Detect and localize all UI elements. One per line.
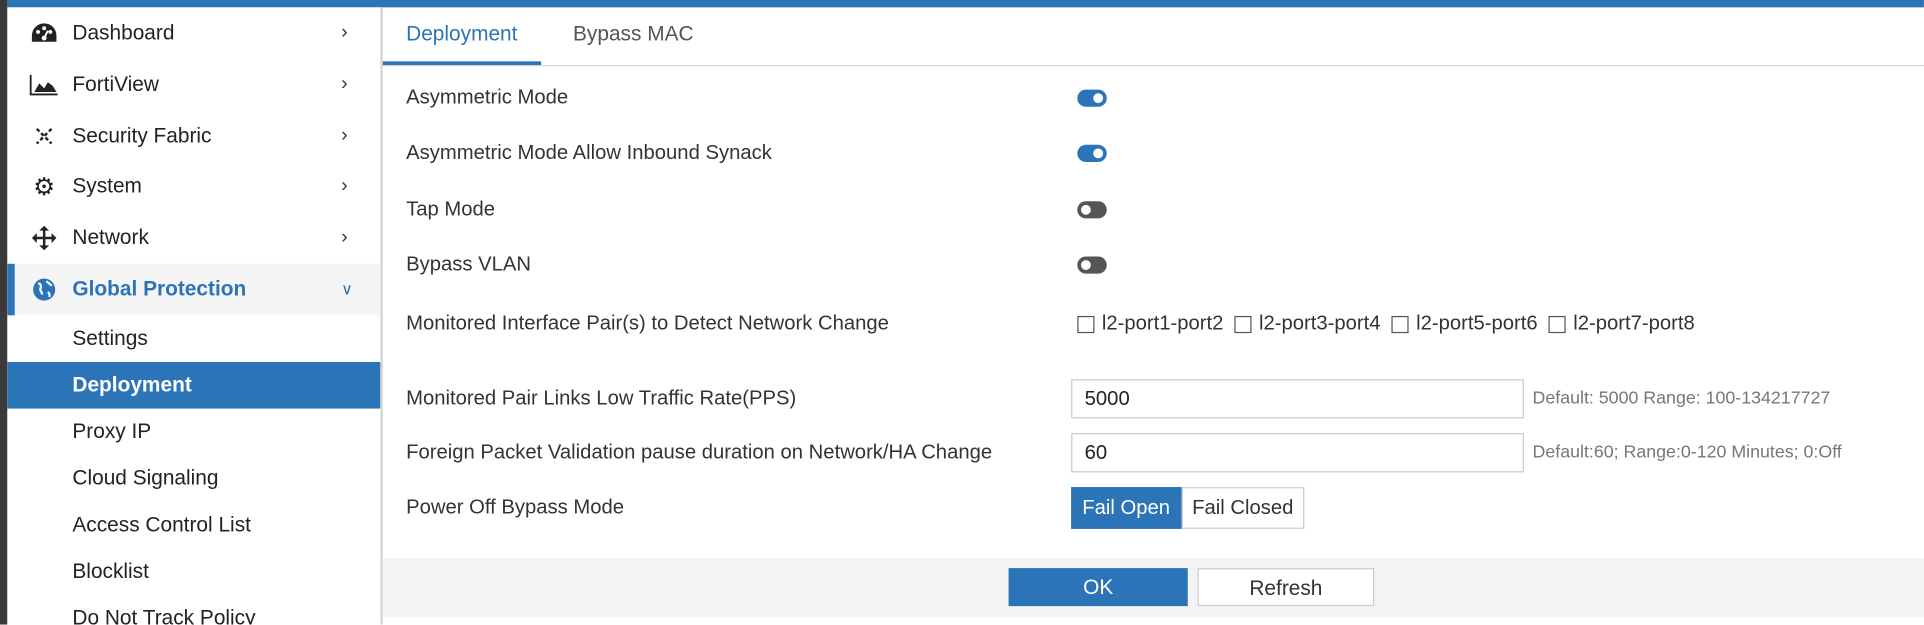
sidebar-subitem-label: Blocklist	[72, 559, 149, 583]
sidebar: Dashboard › FortiView › Security Fabric …	[7, 7, 383, 625]
tap-mode-toggle[interactable]	[1077, 201, 1107, 219]
checkbox[interactable]	[1077, 315, 1095, 333]
sidebar-subitem-blocklist[interactable]: Blocklist	[7, 548, 380, 595]
fail-closed-button[interactable]: Fail Closed	[1181, 487, 1305, 529]
sidebar-item-dashboard[interactable]: Dashboard ›	[7, 7, 380, 59]
asymmetric-mode-toggle[interactable]	[1077, 89, 1107, 107]
tab-bar: Deployment Bypass MAC	[382, 7, 1924, 67]
chevron-right-icon: ›	[341, 22, 348, 43]
sidebar-item-label: System	[72, 174, 142, 198]
chevron-right-icon: ›	[341, 73, 348, 95]
sidebar-item-label: Security Fabric	[72, 123, 212, 148]
bypass-vlan-toggle[interactable]	[1077, 256, 1107, 274]
top-bar	[7, 0, 1924, 8]
sidebar-subitem-settings[interactable]: Settings	[7, 315, 380, 362]
low-traffic-rate-label: Monitored Pair Links Low Traffic Rate(PP…	[406, 387, 797, 410]
left-edge-strip	[0, 0, 8, 625]
fpv-pause-hint: Default:60; Range:0-120 Minutes; 0:Off	[1532, 442, 1842, 463]
sidebar-subitem-cloud-signaling[interactable]: Cloud Signaling	[7, 455, 380, 502]
refresh-button[interactable]: Refresh	[1197, 568, 1375, 607]
sidebar-item-label: FortiView	[72, 72, 159, 96]
bypass-vlan-label: Bypass VLAN	[406, 253, 532, 276]
port-pair-checkbox[interactable]: l2-port1-port2	[1077, 312, 1223, 335]
power-off-bypass-selector: Fail Open Fail Closed	[1071, 487, 1305, 529]
monitored-pairs-label: Monitored Interface Pair(s) to Detect Ne…	[406, 312, 889, 335]
checkbox[interactable]	[1548, 315, 1566, 333]
port-pair-checkbox[interactable]: l2-port7-port8	[1548, 312, 1695, 335]
dashboard-icon	[29, 18, 58, 47]
monitored-pairs-group: l2-port1-port2 l2-port3-port4 l2-port5-p…	[1077, 312, 1695, 335]
port-pair-label: l2-port3-port4	[1258, 312, 1381, 335]
sidebar-item-label: Dashboard	[72, 20, 175, 45]
checkbox[interactable]	[1234, 315, 1252, 333]
asymmetric-mode-label: Asymmetric Mode	[406, 86, 569, 109]
chevron-right-icon: ›	[341, 125, 348, 147]
port-pair-label: l2-port5-port6	[1416, 312, 1538, 335]
chevron-right-icon: ›	[341, 226, 348, 248]
sidebar-item-label: Global Protection	[72, 277, 247, 301]
form-footer: OK Refresh	[382, 558, 1924, 618]
sidebar-subitem-proxy-ip[interactable]: Proxy IP	[7, 409, 380, 456]
security-fabric-icon	[29, 121, 58, 150]
ok-button[interactable]: OK	[1008, 568, 1188, 607]
sidebar-subitem-access-control-list[interactable]: Access Control List	[7, 502, 380, 549]
port-pair-label: l2-port1-port2	[1101, 312, 1224, 335]
fpv-pause-input[interactable]: 60	[1071, 433, 1524, 473]
sidebar-subitem-deployment[interactable]: Deployment	[7, 361, 381, 409]
sidebar-item-security-fabric[interactable]: Security Fabric ›	[7, 110, 380, 162]
sidebar-subitem-label: Do Not Track Policy	[72, 606, 256, 625]
chevron-down-icon: ∨	[341, 279, 353, 299]
asymmetric-synack-label: Asymmetric Mode Allow Inbound Synack	[406, 141, 772, 164]
port-pair-label: l2-port7-port8	[1573, 312, 1695, 335]
gear-icon: ⚙	[33, 173, 56, 201]
fail-open-button[interactable]: Fail Open	[1071, 487, 1182, 529]
chevron-right-icon: ›	[341, 175, 348, 197]
sidebar-item-system[interactable]: ⚙ System ›	[7, 161, 380, 213]
sidebar-subitem-label: Settings	[72, 326, 148, 350]
port-pair-checkbox[interactable]: l2-port5-port6	[1391, 312, 1538, 335]
tab-bypass-mac[interactable]: Bypass MAC	[550, 7, 717, 61]
sidebar-subitem-label: Cloud Signaling	[72, 466, 219, 490]
sidebar-item-global-protection[interactable]: Global Protection ∨	[7, 263, 381, 316]
sidebar-subitem-label: Deployment	[72, 373, 192, 397]
tap-mode-label: Tap Mode	[406, 198, 496, 221]
checkbox[interactable]	[1391, 315, 1409, 333]
area-chart-icon	[29, 70, 58, 99]
asymmetric-synack-toggle[interactable]	[1077, 144, 1107, 162]
sidebar-item-fortiview[interactable]: FortiView ›	[7, 59, 380, 111]
globe-icon	[29, 275, 58, 304]
port-pair-checkbox[interactable]: l2-port3-port4	[1234, 312, 1381, 335]
move-arrows-icon	[29, 223, 58, 252]
main-panel: Deployment Bypass MAC Asymmetric Mode As…	[382, 7, 1924, 624]
sidebar-item-network[interactable]: Network ›	[7, 212, 380, 264]
fpv-pause-label: Foreign Packet Validation pause duration…	[406, 441, 993, 464]
sidebar-item-label: Network	[72, 225, 149, 250]
sidebar-subitem-do-not-track-policy[interactable]: Do Not Track Policy	[7, 595, 380, 624]
low-traffic-rate-hint: Default: 5000 Range: 100-134217727	[1532, 388, 1831, 409]
tab-deployment[interactable]: Deployment	[382, 7, 541, 66]
power-off-bypass-label: Power Off Bypass Mode	[406, 496, 625, 519]
sidebar-subitem-label: Access Control List	[72, 512, 251, 537]
sidebar-subitem-label: Proxy IP	[72, 419, 152, 443]
low-traffic-rate-input[interactable]: 5000	[1071, 379, 1524, 419]
